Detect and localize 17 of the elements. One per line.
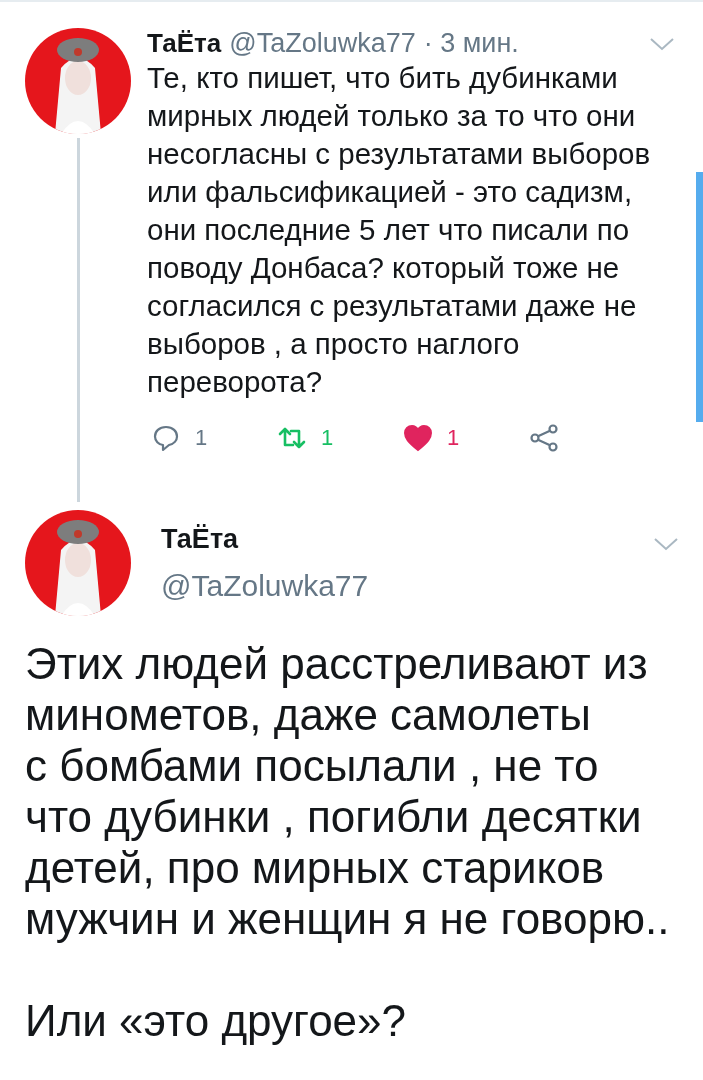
author-handle: @TaZoluwka77 [229, 28, 416, 59]
tweet-text: Те, кто пишет, что бить дубинками мирных людей только за то что они несогласны с результатами выборов или фальсификацией - это садизм, они последние 5 лет что писали по поводу Донбаса? который тоже не согласился с результатами даже не выборов , а просто наглого переворота? [147, 60, 652, 400]
author-name: ТаЁта [161, 523, 240, 555]
like-button[interactable]: 1 [403, 423, 529, 453]
caret-icon[interactable] [653, 536, 679, 552]
author-handle: @TaZoluwka77 [161, 568, 370, 603]
speech-bubble-icon [151, 423, 181, 453]
scrollbar[interactable] [696, 172, 703, 422]
tweet-text: Или «это другое»? [25, 995, 408, 1046]
caret-icon[interactable] [649, 35, 675, 52]
heart-icon [403, 423, 433, 453]
author-name: ТаЁта [147, 28, 222, 59]
tweet-text: Этих людей расстреливают из минометов, даже самолеты с бомбами посылали , не то что дубинки , погибли десятки детей, про мирных стариков мужчин и женщин я не говорю.. [25, 638, 671, 944]
retweet-button[interactable]: 1 [277, 423, 403, 453]
share-icon [529, 423, 559, 453]
reply-button[interactable]: 1 [151, 423, 277, 453]
timestamp: · 3 мин. [423, 28, 519, 59]
